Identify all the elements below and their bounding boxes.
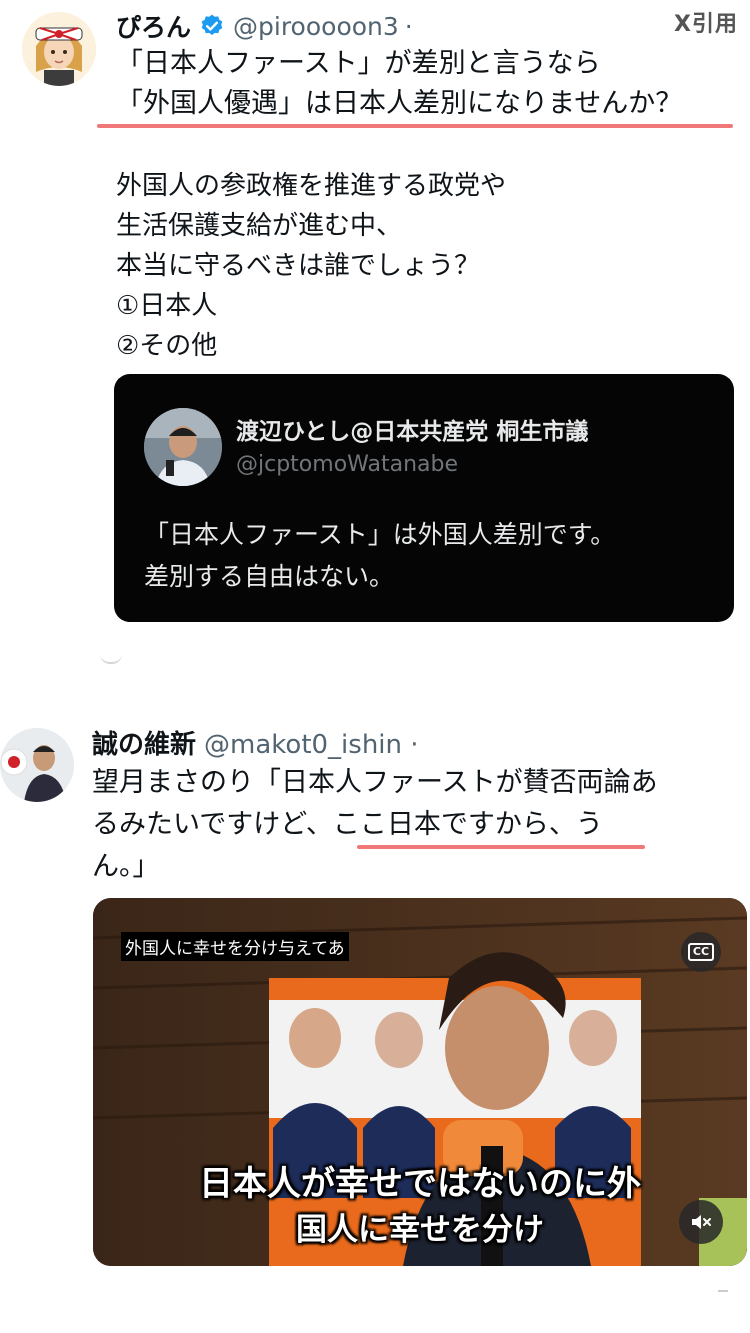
quoted-text: 「日本人ファースト」は外国人差別です。 差別する自由はない。 [144,514,615,598]
quoted-text-line: 差別する自由はない。 [144,562,395,591]
cc-icon: CC [687,943,715,961]
tweet2-text-line-2: るみたいですけど、ここ日本ですから、う [92,809,603,840]
quoted-avatar[interactable] [144,408,222,486]
tweet1-headline-line-2: 「外国人優遇」は日本人差別になりませんか？ [116,88,683,119]
tweet2-handle[interactable]: @makot0_ishin · [204,730,419,760]
mute-button[interactable] [679,1200,723,1244]
closed-captions-button[interactable]: CC [681,932,721,972]
page-label: X引用 [674,12,738,37]
verified-badge-icon [201,14,223,35]
avatar[interactable] [0,728,74,802]
quoted-text-line: 「日本人ファースト」は外国人差別です。 [144,520,616,549]
speaker-muted-icon [692,1215,711,1229]
avatar[interactable] [22,12,96,86]
highlight-underline [357,845,645,849]
tweet1-body-line: ②その他 [116,331,218,361]
video-player[interactable]: 外国人に幸せを分け与えてあ CC 日本人が幸せではないのに外 国人に幸せを分け [93,898,747,1266]
tweet1-header: ぴろん @pirooooon3 · [116,8,413,44]
divider [100,654,122,664]
tweet2-header: 誠の維新 @makot0_ishin · [92,724,419,761]
highlight-underline [97,124,733,128]
video-caption-top: 外国人に幸せを分け与えてあ [121,932,349,961]
video-subtitle-line-1: 日本人が幸せではないのに外 [199,1164,641,1204]
tweet1-body: 外国人の参政権を推進する政党や 生活保護支給が進む中、 本当に守るべきは誰でしょ… [116,166,506,366]
tweet2-author-name[interactable]: 誠の維新 [92,730,196,760]
quoted-author-name[interactable]: 渡辺ひとし@日本共産党 桐生市議 [236,412,588,446]
tweet1-headline-line-1: 「日本人ファースト」が差別と言うなら [116,48,601,79]
tweet1-separator-dot: · [404,11,413,41]
video-subtitle-line-2: 国人に幸せを分け [296,1212,544,1248]
tweet1-body-line: 外国人の参政権を推進する政党や [116,171,507,201]
tweet1-handle[interactable]: @pirooooon3 [233,12,399,41]
tweet1-author-name[interactable]: ぴろん [116,8,191,44]
tweet2-text-line-1: 望月まさのり「日本人ファーストが賛否両論あ [92,767,658,798]
tweet1-body-line: ①日本人 [116,291,218,321]
tweet1-body-line: 本当に守るべきは誰でしょう？ [116,251,481,281]
tweet1-body-line: 生活保護支給が進む中、 [116,211,403,241]
tweet2-text-line-3: ん。」 [92,851,160,882]
quoted-author-handle[interactable]: @jcptomoWatanabe [236,452,458,477]
divider [718,1290,728,1292]
quoted-tweet-card[interactable]: 渡辺ひとし@日本共産党 桐生市議 @jcptomoWatanabe 「日本人ファ… [114,374,734,622]
